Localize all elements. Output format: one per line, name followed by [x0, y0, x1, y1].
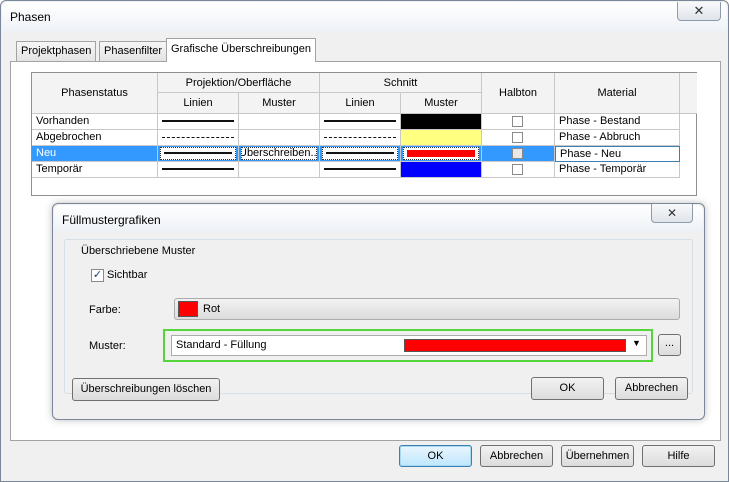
halbton-checkbox[interactable] — [512, 116, 523, 127]
line-style-box — [322, 147, 398, 160]
header-proj-muster: Muster — [239, 93, 320, 114]
halbton-checkbox[interactable] — [512, 164, 523, 175]
header-projektion: Projektion/Oberfläche — [158, 73, 320, 93]
tab-projektphasen[interactable]: Projektphasen — [16, 41, 97, 61]
tab-phasenfilter[interactable]: Phasenfilter — [99, 41, 168, 61]
sub-close-button[interactable]: ✕ — [651, 204, 693, 223]
close-button[interactable]: ✕ — [677, 2, 721, 21]
proj-line-cell[interactable] — [158, 146, 239, 162]
overridden-pattern-group: Überschriebene Muster ✓ Sichtbar Farbe: … — [64, 239, 693, 394]
header-cut-linien: Linien — [320, 93, 401, 114]
proj-pattern-cell[interactable] — [239, 114, 320, 130]
color-label: Farbe: — [89, 304, 121, 316]
line-style-solid — [164, 152, 232, 154]
material-cell[interactable]: Phase - Temporär — [555, 162, 680, 178]
fill-pattern-dialog: Füllmustergrafiken ✕ Überschriebene Must… — [52, 203, 705, 420]
phase-graphics-table: Phasenstatus Projektion/Oberfläche Schni… — [31, 72, 697, 196]
help-button[interactable]: Hilfe — [642, 445, 715, 467]
line-style-dashed — [324, 137, 396, 138]
pattern-swatch-box — [403, 147, 479, 160]
header-phasenstatus: Phasenstatus — [32, 73, 158, 114]
proj-pattern-cell[interactable]: Überschreiben... — [239, 146, 320, 162]
line-style-solid — [326, 152, 394, 154]
proj-line-cell[interactable] — [158, 114, 239, 130]
material-cell[interactable]: Phase - Abbruch — [555, 130, 680, 146]
pattern-dropdown[interactable]: Standard - Füllung ▼ — [171, 335, 647, 356]
halbton-checkbox[interactable] — [512, 132, 523, 143]
sub-cancel-button[interactable]: Abbrechen — [615, 377, 688, 400]
halbton-cell — [482, 162, 555, 178]
window-title: Phasen — [10, 10, 51, 24]
sub-ok-button[interactable]: OK — [531, 377, 604, 400]
sub-title-bar: Füllmustergrafiken — [54, 205, 703, 231]
material-cell-selected[interactable]: Phase - Neu — [555, 146, 680, 162]
halbton-cell — [482, 114, 555, 130]
halbton-cell — [482, 146, 555, 162]
line-style-solid — [162, 120, 234, 122]
header-schnitt: Schnitt — [320, 73, 482, 93]
header-filler — [680, 73, 697, 114]
cut-line-cell[interactable] — [320, 146, 401, 162]
line-style-solid — [324, 120, 396, 122]
browse-pattern-button[interactable]: ... — [658, 334, 681, 356]
line-style-box — [160, 147, 236, 160]
color-picker-button[interactable]: Rot — [174, 298, 680, 320]
cut-line-cell[interactable] — [320, 162, 401, 178]
proj-line-cell[interactable] — [158, 162, 239, 178]
cut-line-cell[interactable] — [320, 130, 401, 146]
row-status-selected[interactable]: Neu — [32, 146, 158, 162]
cut-pattern-swatch-red — [407, 150, 475, 157]
header-halbton: Halbton — [482, 73, 555, 114]
row-status[interactable]: Temporär — [32, 162, 158, 178]
line-style-solid — [324, 168, 396, 170]
halbton-checkbox[interactable] — [512, 148, 523, 159]
color-swatch — [178, 301, 198, 317]
cut-line-cell[interactable] — [320, 114, 401, 130]
header-cut-muster: Muster — [401, 93, 482, 114]
row-status[interactable]: Vorhanden — [32, 114, 158, 130]
cut-pattern-swatch-yellow[interactable] — [401, 130, 482, 146]
proj-line-cell[interactable] — [158, 130, 239, 146]
cut-pattern-cell[interactable] — [401, 146, 482, 162]
chevron-down-icon[interactable]: ▼ — [632, 338, 641, 348]
pattern-label: Muster: — [89, 340, 126, 352]
proj-pattern-cell[interactable] — [239, 162, 320, 178]
group-label: Überschriebene Muster — [79, 245, 198, 257]
cut-pattern-swatch-black[interactable] — [401, 114, 482, 130]
ok-button[interactable]: OK — [399, 445, 472, 467]
visible-checkbox[interactable]: ✓ — [91, 269, 104, 282]
material-cell[interactable]: Phase - Bestand — [555, 114, 680, 130]
pattern-preview-swatch — [404, 339, 626, 352]
title-bar: Phasen — [2, 2, 727, 32]
header-proj-linien: Linien — [158, 93, 239, 114]
color-value: Rot — [203, 303, 221, 315]
line-style-solid — [162, 168, 234, 170]
line-style-dashed — [162, 137, 234, 138]
sub-dialog-title: Füllmustergrafiken — [62, 213, 161, 227]
pattern-value: Standard - Füllung — [176, 339, 267, 351]
apply-button[interactable]: Übernehmen — [561, 445, 634, 467]
tab-grafische-ueberschreibungen[interactable]: Grafische Überschreibungen — [166, 38, 317, 62]
cut-pattern-swatch-blue[interactable] — [401, 162, 482, 178]
override-pattern-button[interactable]: Überschreiben... — [241, 147, 317, 160]
cancel-button[interactable]: Abbrechen — [480, 445, 553, 467]
proj-pattern-cell[interactable] — [239, 130, 320, 146]
clear-overrides-button[interactable]: Überschreibungen löschen — [72, 378, 220, 401]
row-status[interactable]: Abgebrochen — [32, 130, 158, 146]
visible-label: Sichtbar — [107, 269, 148, 281]
halbton-cell — [482, 130, 555, 146]
header-material: Material — [555, 73, 680, 114]
